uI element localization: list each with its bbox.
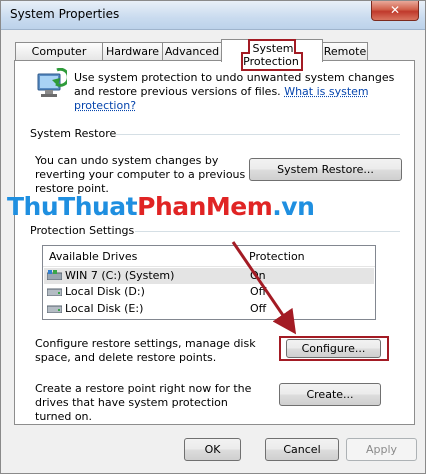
- tab-system-protection[interactable]: System Protection: [221, 39, 323, 71]
- system-properties-window: System Properties ✕ Computer Name Hardwa…: [0, 0, 426, 474]
- cancel-button[interactable]: Cancel: [265, 438, 339, 461]
- ok-button[interactable]: OK: [184, 438, 241, 461]
- annotation-arrow: [231, 241, 297, 335]
- apply-button[interactable]: Apply: [346, 438, 417, 461]
